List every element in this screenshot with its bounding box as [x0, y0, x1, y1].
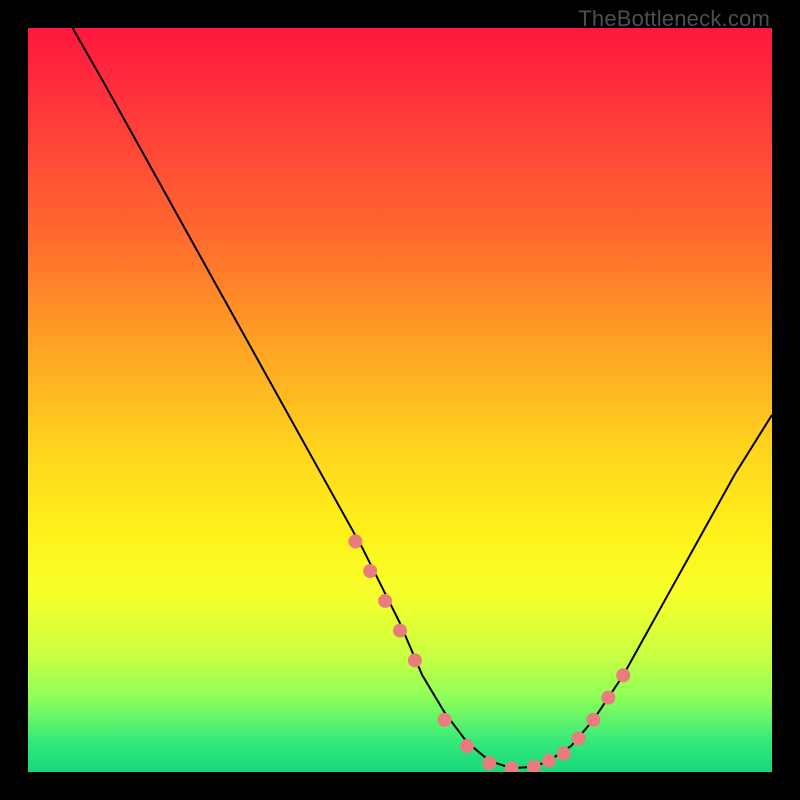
marker-dot: [586, 713, 600, 727]
plot-area: [28, 28, 772, 772]
marker-dot: [572, 732, 586, 746]
marker-dot: [438, 713, 452, 727]
marker-dot: [348, 534, 362, 548]
marker-dot: [460, 739, 474, 753]
marker-dot: [527, 760, 541, 772]
bottleneck-curve: [73, 28, 772, 768]
marker-dot: [542, 754, 556, 768]
marker-dot: [505, 761, 519, 772]
marker-dot: [601, 691, 615, 705]
marker-dot: [363, 564, 377, 578]
chart-frame: TheBottleneck.com: [0, 0, 800, 800]
marker-dot: [616, 668, 630, 682]
marker-dot: [393, 624, 407, 638]
marker-dot: [557, 746, 571, 760]
chart-svg: [28, 28, 772, 772]
marker-dot: [482, 756, 496, 770]
marker-dot: [408, 653, 422, 667]
marker-group: [348, 534, 630, 772]
marker-dot: [378, 594, 392, 608]
